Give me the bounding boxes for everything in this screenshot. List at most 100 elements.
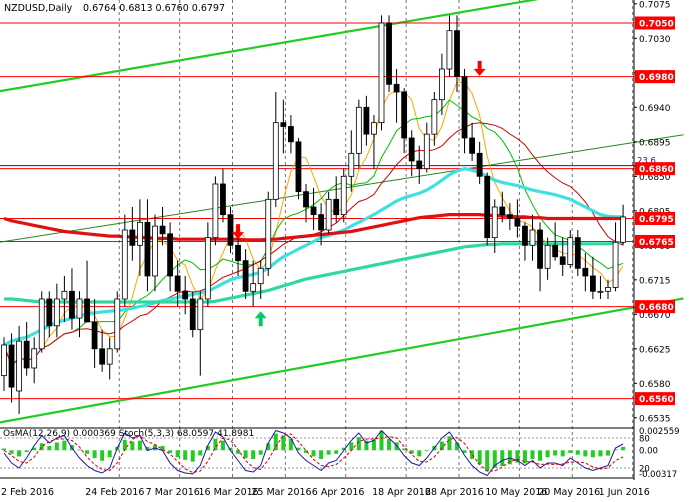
candle-body: [227, 214, 234, 246]
level-label-text: 0.6795: [639, 215, 674, 225]
candle-body: [257, 267, 264, 285]
candle-body: [386, 22, 392, 85]
osma-bar: [2, 448, 6, 451]
candle-body: [393, 83, 400, 93]
candle-body: [416, 160, 423, 170]
candle-body: [378, 22, 385, 124]
price-tick-label: 0.7075: [639, 0, 671, 10]
candle-body: [552, 244, 559, 258]
osma-bar: [236, 450, 241, 454]
date-tick-label: 7 Mar 2016: [146, 487, 200, 498]
candle-body: [454, 30, 460, 78]
candle-body: [431, 99, 438, 135]
osma-bar: [379, 431, 384, 451]
candle-body: [287, 126, 294, 143]
osma-bar: [500, 450, 505, 467]
level-label-text: 0.6980: [639, 73, 674, 83]
osma-bar: [568, 450, 573, 453]
osma-bar: [273, 433, 278, 451]
candle-body: [91, 321, 98, 350]
candle-body: [408, 137, 415, 162]
osma-bar: [553, 450, 558, 456]
candle-body: [371, 122, 377, 135]
candle-body: [129, 229, 136, 246]
osma-bar: [183, 450, 188, 460]
candle-body: [61, 290, 68, 300]
osma-bar: [107, 450, 112, 458]
candle-body: [152, 225, 158, 277]
date-tick-label: 2 Feb 2016: [1, 487, 54, 498]
price-tick-label: 0.6625: [639, 345, 671, 355]
candle-body: [106, 348, 113, 365]
osma-bar: [583, 450, 588, 457]
candle-body: [506, 214, 513, 219]
osma-bar: [598, 450, 603, 457]
osma-bar: [100, 450, 105, 461]
price-tick-label: 0.6580: [639, 380, 671, 390]
osma-bar: [575, 450, 580, 455]
level-label-text: 0.6680: [639, 303, 674, 313]
candle-body: [235, 244, 241, 262]
date-tick-label: 24 Feb 2016: [85, 487, 144, 498]
price-tick-label: 0.6895: [639, 138, 671, 148]
osma-bar: [606, 450, 610, 456]
candle-body: [167, 233, 174, 277]
osma-bar: [447, 436, 452, 451]
osma-bar: [319, 450, 324, 460]
indicator-tick-label: -0.00317: [639, 470, 677, 480]
osma-bar: [560, 450, 565, 457]
osma-bar: [326, 450, 331, 455]
candle-body: [204, 237, 211, 300]
candle-body: [8, 344, 15, 388]
candle-body: [567, 237, 574, 265]
candle-body: [348, 152, 355, 177]
candle-body: [310, 206, 317, 216]
candle-body: [182, 290, 189, 300]
level-label-text: 0.6860: [639, 165, 674, 175]
candle-body: [31, 348, 38, 369]
candle-body: [16, 340, 23, 392]
osma-bar: [77, 449, 82, 451]
candle-body: [476, 152, 483, 177]
indicator-tick-label: 0.00: [639, 446, 658, 456]
price-chart: 23.6 0.70750.70300.69850.69400.68950.685…: [0, 0, 698, 502]
osma-bar: [349, 442, 354, 451]
osma-bar: [47, 445, 52, 451]
level-label-text: 0.6765: [639, 238, 674, 248]
date-tick-label: 25 Mar 2016: [251, 487, 311, 498]
osma-bar: [477, 450, 482, 465]
candle-body: [46, 298, 53, 327]
candle-body: [144, 221, 151, 277]
chart-background: [0, 0, 698, 502]
osma-bar: [545, 450, 550, 458]
candle-body: [23, 340, 30, 369]
candle-body: [438, 68, 445, 101]
symbol-label: NZDUSD,Daily: [4, 3, 73, 14]
candle-body: [325, 198, 332, 231]
candle-body: [461, 76, 468, 139]
candle-body: [333, 198, 340, 216]
candle-body: [423, 133, 430, 170]
candle-body: [250, 283, 257, 292]
candle-body: [559, 256, 566, 265]
candle-body: [363, 106, 370, 135]
candle-body: [544, 244, 551, 269]
candle-body: [1, 344, 7, 377]
candle-body: [242, 260, 249, 292]
candle-body: [612, 241, 619, 288]
price-tick-label: 0.7030: [639, 35, 671, 45]
candle-body: [197, 298, 204, 331]
osma-bar: [92, 450, 97, 459]
candle-body: [597, 290, 604, 293]
osma-bar: [9, 450, 14, 454]
candle-body: [159, 225, 166, 235]
osma-bar: [258, 450, 263, 455]
osma-bar: [130, 441, 135, 451]
candle-body: [401, 91, 408, 139]
candle-body: [265, 198, 272, 269]
osma-bar: [402, 448, 407, 451]
osma-bar: [311, 450, 316, 457]
candle-body: [620, 216, 626, 243]
candle-body: [272, 122, 279, 200]
candle-body: [355, 106, 362, 154]
